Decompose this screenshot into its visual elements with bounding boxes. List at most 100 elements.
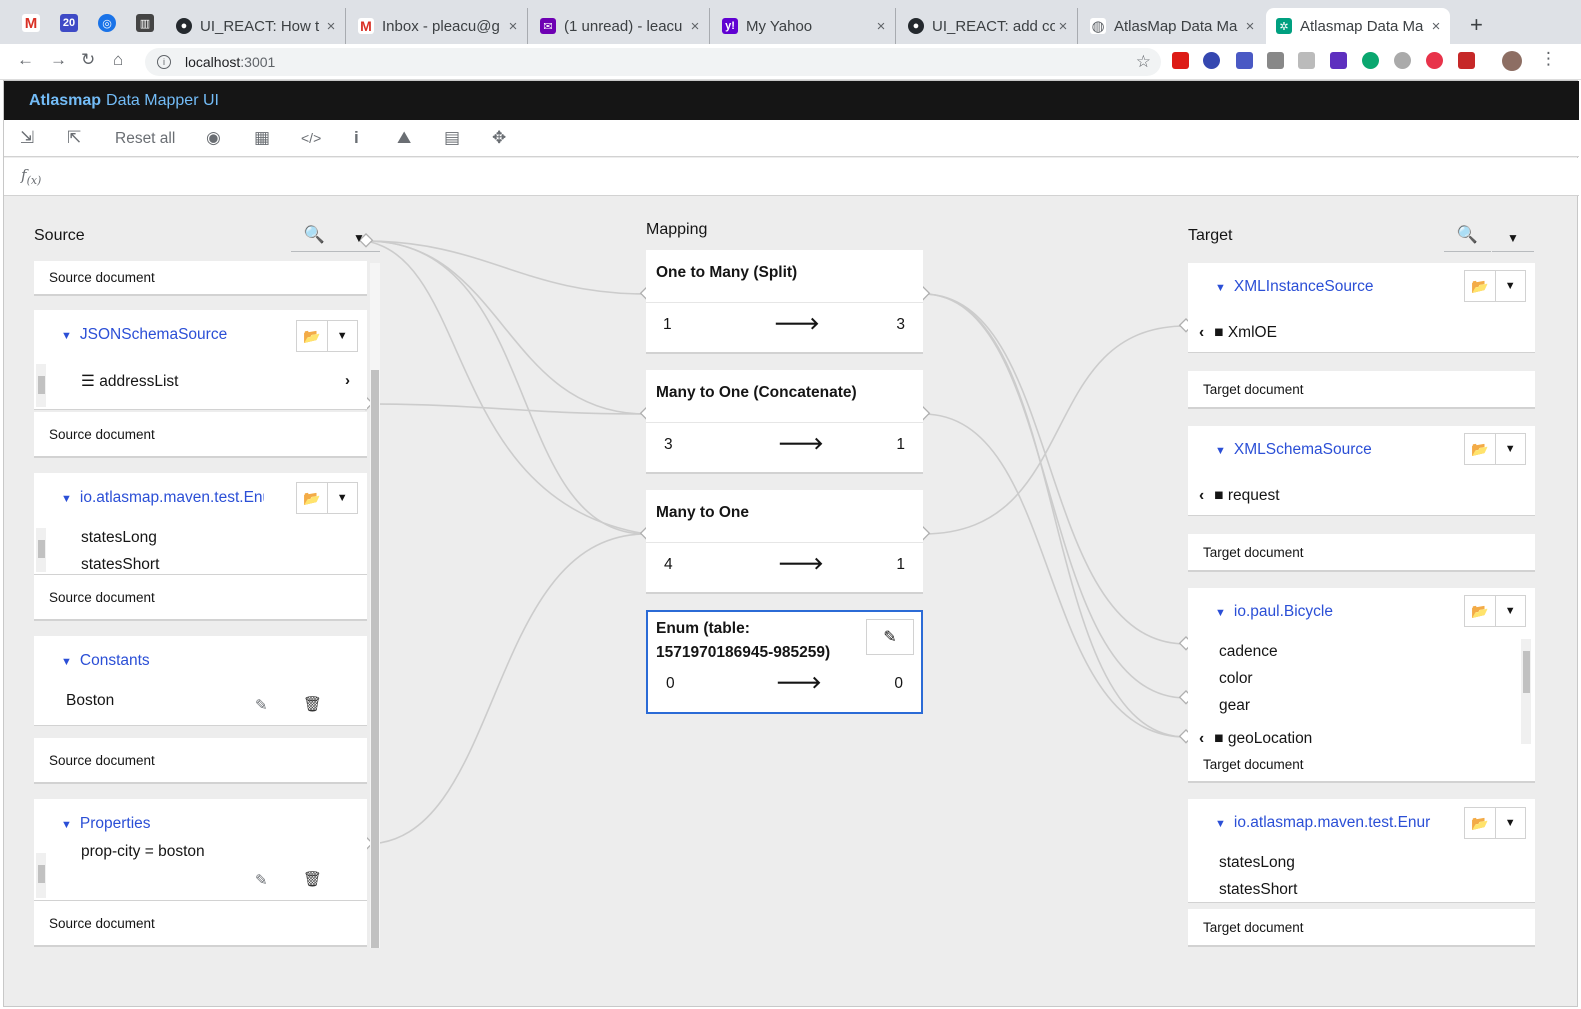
doc-actions-button[interactable]: 📂 ▼ [1464,270,1526,302]
source-scrollbar[interactable] [370,263,380,948]
tab-ui-react-add[interactable]: ● UI_REACT: add co × [898,8,1078,44]
doc-actions-button[interactable]: 📂 ▼ [1464,433,1526,465]
field-item[interactable]: ‹ ■ geoLocation [1199,730,1312,748]
scrollbar[interactable] [36,528,46,572]
trash-icon[interactable]: 🗑 [303,695,322,713]
caret-down-icon[interactable]: ▼ [1494,596,1526,626]
edit-icon[interactable]: ✎ [255,871,268,889]
avatar[interactable] [1502,51,1522,71]
tab-atlasmap-1[interactable]: ◍ AtlasMap Data Ma × [1080,8,1264,44]
mapping-card[interactable]: Many to One 4 🡒 1 [646,490,923,594]
caret-down-icon[interactable]: ▼ [61,330,72,342]
menu-icon[interactable]: ⋮ [1540,49,1557,69]
caret-down-icon[interactable]: ▼ [326,483,358,513]
folder-open-icon[interactable]: 📂 [297,483,327,513]
folder-open-icon[interactable]: 📂 [1465,596,1495,626]
tab-ui-react-how[interactable]: ● UI_REACT: How t × [166,8,346,44]
field-item[interactable]: color [1219,670,1253,688]
source-options-button[interactable]: ▼ [338,231,380,252]
chevron-right-icon[interactable]: › [345,372,350,389]
source-search-button[interactable]: 🔍 [291,219,338,252]
close-icon[interactable]: × [1428,18,1444,35]
home-icon[interactable]: ⌂ [113,50,123,70]
folder-open-icon[interactable]: 📂 [297,321,327,351]
field-item[interactable]: statesLong [1219,854,1295,872]
folder-open-icon[interactable]: 📂 [1465,434,1495,464]
ext-icon[interactable] [1362,52,1379,69]
mapping-card[interactable]: One to Many (Split) 1 🡒 3 [646,250,923,354]
angular-ext-icon[interactable] [1172,52,1189,69]
folder-open-icon[interactable]: 📂 [1465,271,1495,301]
field-item[interactable]: ‹ ■ request [1199,487,1280,505]
chevron-left-icon[interactable]: ‹ [1199,487,1204,504]
target-doc-name[interactable]: ▼ io.paul.Bicycle [1215,603,1445,621]
trash-icon[interactable]: 🗑 [303,870,322,888]
doc-actions-button[interactable]: 📂 ▼ [1464,807,1526,839]
chevron-left-icon[interactable]: ‹ [1199,324,1204,341]
field-item[interactable]: statesLong [81,529,157,547]
source-doc-name[interactable]: ▼ Constants [61,652,261,670]
caret-down-icon[interactable]: ▼ [1494,808,1526,838]
target-icon[interactable]: ◎ [98,14,116,32]
caret-down-icon[interactable]: ▼ [1215,607,1226,619]
close-icon[interactable]: × [505,18,521,35]
mapping-card-selected[interactable]: Enum (table: 1571970186945-985259) ✎ 0 🡒 … [646,610,923,714]
doc-actions-button[interactable]: 📂 ▼ [296,482,358,514]
tab-unread[interactable]: ✉ (1 unread) - leacu × [530,8,710,44]
chevron-left-icon[interactable]: ‹ [1199,730,1204,747]
target-doc-name[interactable]: ▼ XMLSchemaSource [1215,441,1445,459]
ext-icon[interactable] [1236,52,1253,69]
close-icon[interactable]: × [873,18,889,35]
ext-icon[interactable] [1267,52,1284,69]
caret-down-icon[interactable]: ▼ [61,656,72,668]
caret-down-icon[interactable]: ▼ [1494,434,1526,464]
constant-item[interactable]: Boston [66,692,114,710]
caret-down-icon[interactable]: ▼ [1215,445,1226,457]
scrollbar[interactable] [36,853,46,898]
reload-icon[interactable]: ↻ [81,50,95,70]
edit-enum-button[interactable]: ✎ [866,619,914,655]
caret-down-icon[interactable]: ▼ [1494,271,1526,301]
property-item[interactable]: prop-city = boston [81,843,205,861]
close-icon[interactable]: × [1055,18,1071,35]
scrollbar[interactable] [36,364,46,407]
doc-actions-button[interactable]: 📂 ▼ [1464,595,1526,627]
caret-down-icon[interactable]: ▼ [1215,282,1226,294]
target-search-button[interactable]: 🔍 [1444,219,1491,252]
doc-actions-button[interactable]: 📂 ▼ [296,320,358,352]
source-doc-name[interactable]: ▼ Properties [61,815,261,833]
close-icon[interactable]: × [1242,18,1258,35]
caret-down-icon[interactable]: ▼ [326,321,358,351]
caret-down-icon[interactable]: ▼ [61,493,72,505]
field-item[interactable]: gear [1219,697,1250,715]
ext-icon[interactable] [1458,52,1475,69]
tab-atlasmap-active[interactable]: ✲ Atlasmap Data Ma × [1266,8,1450,44]
tab-inbox[interactable]: M Inbox - pleacu@g × [348,8,528,44]
forward-icon[interactable]: → [50,50,67,70]
mapping-card[interactable]: Many to One (Concatenate) 3 🡒 1 [646,370,923,474]
ext-icon[interactable] [1426,52,1443,69]
ext-icon[interactable] [1203,52,1220,69]
tab-my-yahoo[interactable]: y! My Yahoo × [712,8,896,44]
folder-open-icon[interactable]: 📂 [1465,808,1495,838]
url-input[interactable]: i localhost:3001 ☆ [145,48,1161,76]
scrollbar[interactable] [1521,639,1531,744]
target-doc-name[interactable]: ▼ XMLInstanceSource [1215,278,1445,296]
ext-icon[interactable] [1330,52,1347,69]
new-tab-button[interactable]: + [1470,12,1483,38]
field-item[interactable]: ☰ addressList [81,372,178,391]
caret-down-icon[interactable]: ▼ [1215,818,1226,830]
calendar-icon[interactable]: 20 [60,14,78,32]
field-item[interactable]: ‹ ■ XmlOE [1199,324,1277,342]
ext-icon[interactable] [1298,52,1315,69]
close-icon[interactable]: × [687,18,703,35]
field-item[interactable]: cadence [1219,643,1278,661]
info-icon[interactable]: i [157,55,171,69]
back-icon[interactable]: ← [17,50,34,70]
close-icon[interactable]: × [323,18,339,35]
target-options-button[interactable]: ▼ [1492,231,1534,252]
field-item[interactable]: statesShort [81,556,159,574]
app-icon[interactable]: ▥ [136,14,154,32]
field-item[interactable]: statesShort [1219,881,1297,899]
ext-icon[interactable] [1394,52,1411,69]
